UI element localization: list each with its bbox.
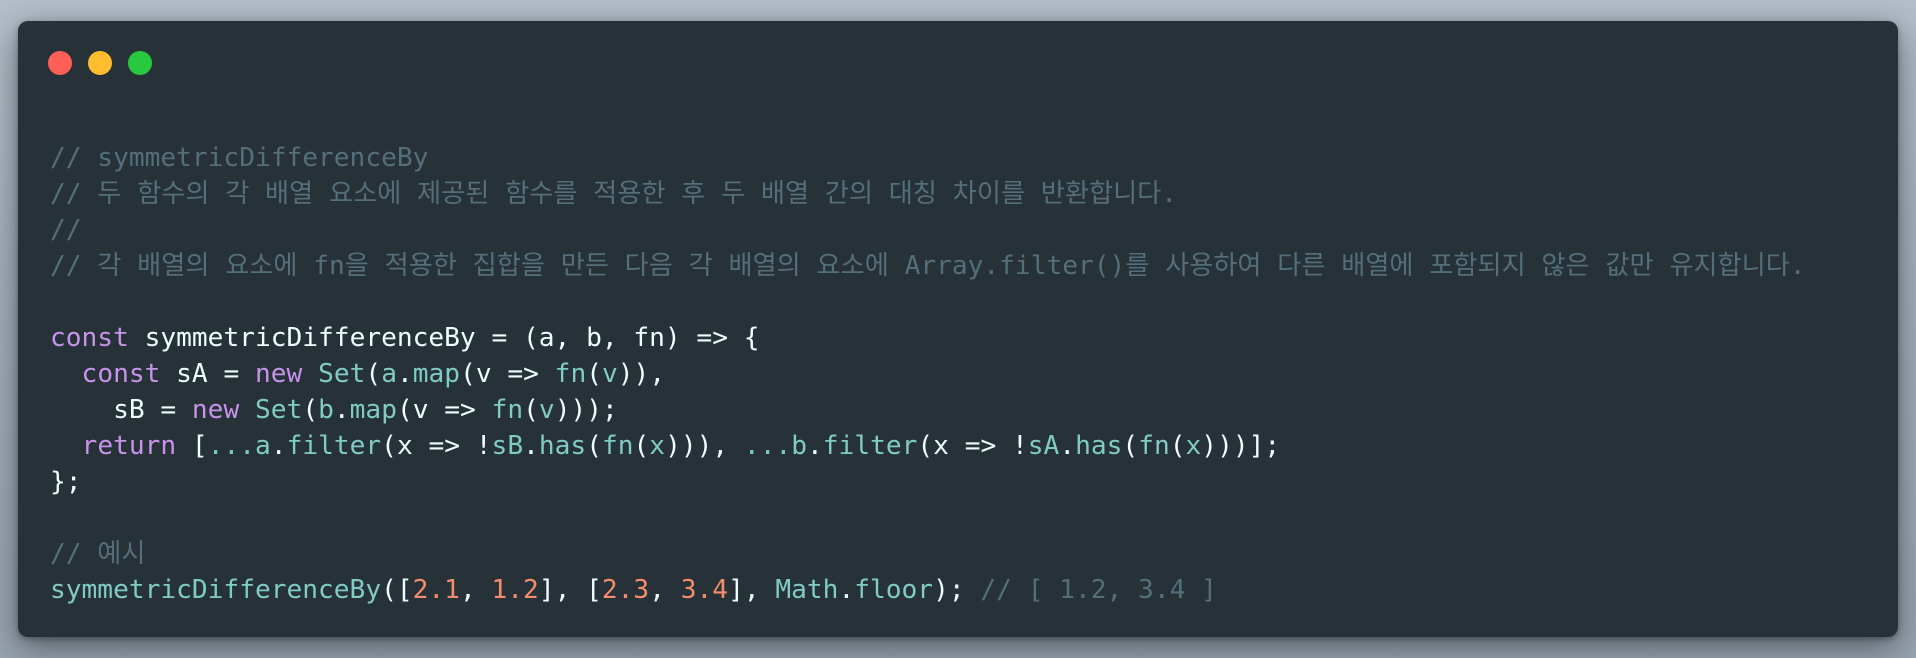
identifier-token: filter <box>822 431 918 461</box>
code-line: // 두 함수의 각 배열 요소에 제공된 함수를 적용한 후 두 배열 간의 … <box>50 176 1888 212</box>
text-token: . <box>838 575 855 605</box>
keyword-token: new <box>255 359 303 389</box>
identifier-token: map <box>412 359 461 389</box>
identifier-token: fn <box>1138 431 1170 461</box>
text-token: . <box>396 359 413 389</box>
text-token: ], [ <box>538 575 602 605</box>
code-window: // symmetricDifferenceBy // 두 함수의 각 배열 요소… <box>18 21 1898 637</box>
text-token: ([ <box>381 575 413 605</box>
text-token: ( <box>586 431 602 461</box>
identifier-token: fn <box>554 359 587 389</box>
identifier-token: x <box>1185 431 1202 461</box>
code-line: // <box>50 212 1888 248</box>
text-token: ( <box>1169 431 1186 461</box>
text-token: . <box>807 431 823 461</box>
identifier-token: has <box>1075 431 1123 461</box>
number-token: 2.3 <box>601 575 650 605</box>
text-token: . <box>523 431 539 461</box>
keyword-token: return <box>81 431 177 461</box>
code-line: const symmetricDifferenceBy = (a, b, fn)… <box>50 320 1888 356</box>
text-token: ], <box>728 575 776 605</box>
number-token: 3.4 <box>680 575 729 605</box>
code-line: return [...a.filter(x => !sB.has(fn(x)))… <box>50 428 1888 464</box>
text-token: ))); <box>554 395 618 425</box>
code-line: // symmetricDifferenceBy <box>50 140 1888 176</box>
keyword-token: const <box>50 323 129 353</box>
identifier-token: fn <box>491 395 524 425</box>
comment-token: // <box>50 215 82 245</box>
text-token: ( <box>523 395 539 425</box>
code-line: }; <box>50 464 1888 500</box>
text-token: (x => ! <box>917 431 1028 461</box>
identifier-token: Set <box>255 395 303 425</box>
text-token: (v => <box>460 359 555 389</box>
keyword-token: new <box>191 395 240 425</box>
code-line: // 예시 <box>50 536 1888 572</box>
text-token: ); <box>933 575 981 605</box>
comment-token: // [ 1.2, 3.4 ] <box>980 575 1217 605</box>
number-token: 1.2 <box>491 575 539 605</box>
text-token: . <box>1059 431 1076 461</box>
text-token: . <box>333 395 350 425</box>
number-token: 2.1 <box>412 575 460 605</box>
identifier-token: filter <box>286 431 382 461</box>
code-line: symmetricDifferenceBy([2.1, 1.2], [2.3, … <box>50 572 1888 608</box>
text-token: ( <box>586 359 602 389</box>
identifier-token: ...b <box>743 431 807 461</box>
code-line: sB = new Set(b.map(v => fn(v))); <box>50 392 1888 428</box>
identifier-token: symmetricDifferenceBy <box>50 575 382 605</box>
text-token: (x => ! <box>381 431 492 461</box>
identifier-token: ...a <box>207 431 271 461</box>
code-block: // symmetricDifferenceBy // 두 함수의 각 배열 요소… <box>50 140 1888 608</box>
identifier-token: b <box>318 395 334 425</box>
text-token: . <box>270 431 287 461</box>
text-token: ))), <box>665 431 744 461</box>
text-token: ( <box>302 395 319 425</box>
identifier-token: Set <box>318 359 366 389</box>
identifier-token: floor <box>854 575 934 605</box>
text-token: }; <box>50 467 82 497</box>
identifier-token: has <box>538 431 587 461</box>
minimize-button[interactable] <box>88 51 112 75</box>
identifier-token: v <box>538 395 555 425</box>
window-titlebar <box>18 21 1898 91</box>
text-token: ( <box>1122 431 1139 461</box>
identifier-token: v <box>602 359 618 389</box>
text-token: ( <box>633 431 650 461</box>
identifier-token: fn <box>601 431 634 461</box>
identifier-token: sB <box>491 431 524 461</box>
text-token: , <box>649 575 681 605</box>
text-token: (v => <box>396 395 492 425</box>
text-token: , <box>459 575 492 605</box>
close-button[interactable] <box>48 51 72 75</box>
identifier-token: sA <box>1027 431 1060 461</box>
identifier-token: a <box>381 359 397 389</box>
text-token: [ <box>176 431 208 461</box>
text-token: )))]; <box>1201 431 1281 461</box>
keyword-token: const <box>81 359 161 389</box>
comment-token: // 두 함수의 각 배열 요소에 제공된 함수를 적용한 후 두 배열 간의 … <box>50 179 1178 209</box>
maximize-button[interactable] <box>128 51 152 75</box>
text-token: sA = <box>160 359 255 389</box>
identifier-token: Math <box>775 575 839 605</box>
identifier-token: x <box>649 431 666 461</box>
comment-token: // 예시 <box>50 539 146 569</box>
comment-token: // symmetricDifferenceBy <box>50 143 429 173</box>
code-line: const sA = new Set(a.map(v => fn(v)), <box>50 356 1888 392</box>
text-token: sB = <box>50 395 192 425</box>
identifier-token: map <box>349 395 397 425</box>
comment-token: // 각 배열의 요소에 fn을 적용한 집합을 만든 다음 각 배열의 요소에… <box>50 251 1806 281</box>
text-token: ( <box>365 359 382 389</box>
code-line: // 각 배열의 요소에 fn을 적용한 집합을 만든 다음 각 배열의 요소에… <box>50 248 1888 284</box>
text-token: )), <box>617 359 666 389</box>
text-token: symmetricDifferenceBy = (a, b, fn) => { <box>128 323 760 353</box>
